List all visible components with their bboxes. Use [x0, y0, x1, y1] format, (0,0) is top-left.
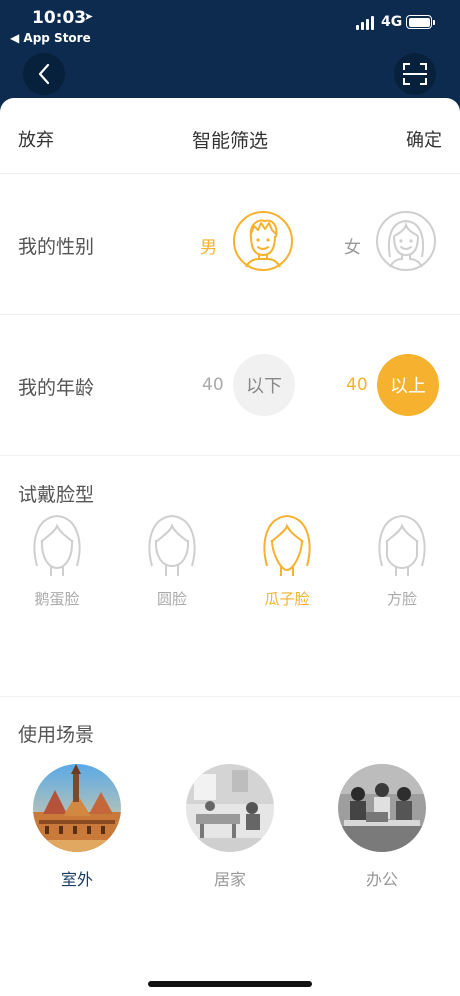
gender-section-label: 我的性别	[18, 236, 95, 258]
age-above-button: 以上	[377, 354, 439, 416]
chevron-left-icon	[38, 63, 50, 85]
home-scene-image	[186, 764, 274, 852]
face-option-label: 圆脸	[156, 590, 187, 608]
age-below-number: 40	[202, 375, 224, 395]
smart-filter-sheet: 放弃 智能筛选 确定 我的性别 男 女 我的年龄 40 以下 40 以上 试戴脸…	[0, 98, 460, 996]
square-face-icon	[378, 514, 426, 576]
face-option-oval[interactable]: 鹅蛋脸	[22, 512, 92, 609]
sheet-header: 放弃 智能筛选 确定	[0, 98, 460, 174]
face-option-pointed[interactable]: 瓜子脸	[252, 512, 322, 609]
signal-icon	[356, 16, 376, 30]
sheet-title: 智能筛选	[191, 130, 268, 152]
status-time: 10:03	[32, 8, 87, 28]
face-option-label: 瓜子脸	[264, 590, 310, 608]
network-type: 4G	[381, 14, 403, 30]
scene-option-outdoor[interactable]: 室外	[32, 764, 122, 890]
oval-face-icon	[33, 514, 81, 576]
battery-icon	[406, 15, 435, 29]
scan-button[interactable]	[394, 53, 436, 95]
scene-option-home[interactable]: 居家	[185, 764, 275, 890]
face-shape-section-label: 试戴脸型	[18, 484, 95, 506]
scan-icon	[403, 63, 427, 85]
pointed-face-icon	[263, 514, 311, 576]
scene-option-label: 居家	[213, 870, 246, 889]
male-avatar-icon	[233, 211, 293, 271]
outdoor-scene-image	[33, 764, 121, 852]
confirm-button[interactable]: 确定	[406, 126, 442, 152]
location-arrow-icon: ➤	[84, 10, 94, 23]
divider	[0, 455, 460, 456]
age-below-button: 以下	[233, 354, 295, 416]
status-bar: 10:03 ➤ ◀ App Store 4G	[0, 0, 460, 50]
divider	[0, 696, 460, 697]
scene-section-label: 使用场景	[18, 724, 95, 746]
female-label: 女	[344, 238, 361, 258]
scene-option-label: 室外	[60, 870, 93, 889]
back-to-app-store-link[interactable]: ◀ App Store	[10, 31, 91, 45]
round-face-icon	[148, 514, 196, 576]
face-option-label: 方脸	[386, 590, 417, 608]
back-button[interactable]	[23, 53, 65, 95]
female-avatar-icon	[376, 211, 436, 271]
face-option-square[interactable]: 方脸	[367, 512, 437, 609]
scene-option-office[interactable]: 办公	[337, 764, 427, 890]
male-label: 男	[200, 238, 217, 258]
age-above-number: 40	[346, 375, 368, 395]
age-section-label: 我的年龄	[18, 377, 95, 399]
divider	[0, 314, 460, 315]
office-scene-image	[338, 764, 426, 852]
face-option-round[interactable]: 圆脸	[137, 512, 207, 609]
scene-option-label: 办公	[365, 870, 398, 889]
home-indicator	[148, 981, 312, 987]
face-option-label: 鹅蛋脸	[34, 590, 80, 608]
